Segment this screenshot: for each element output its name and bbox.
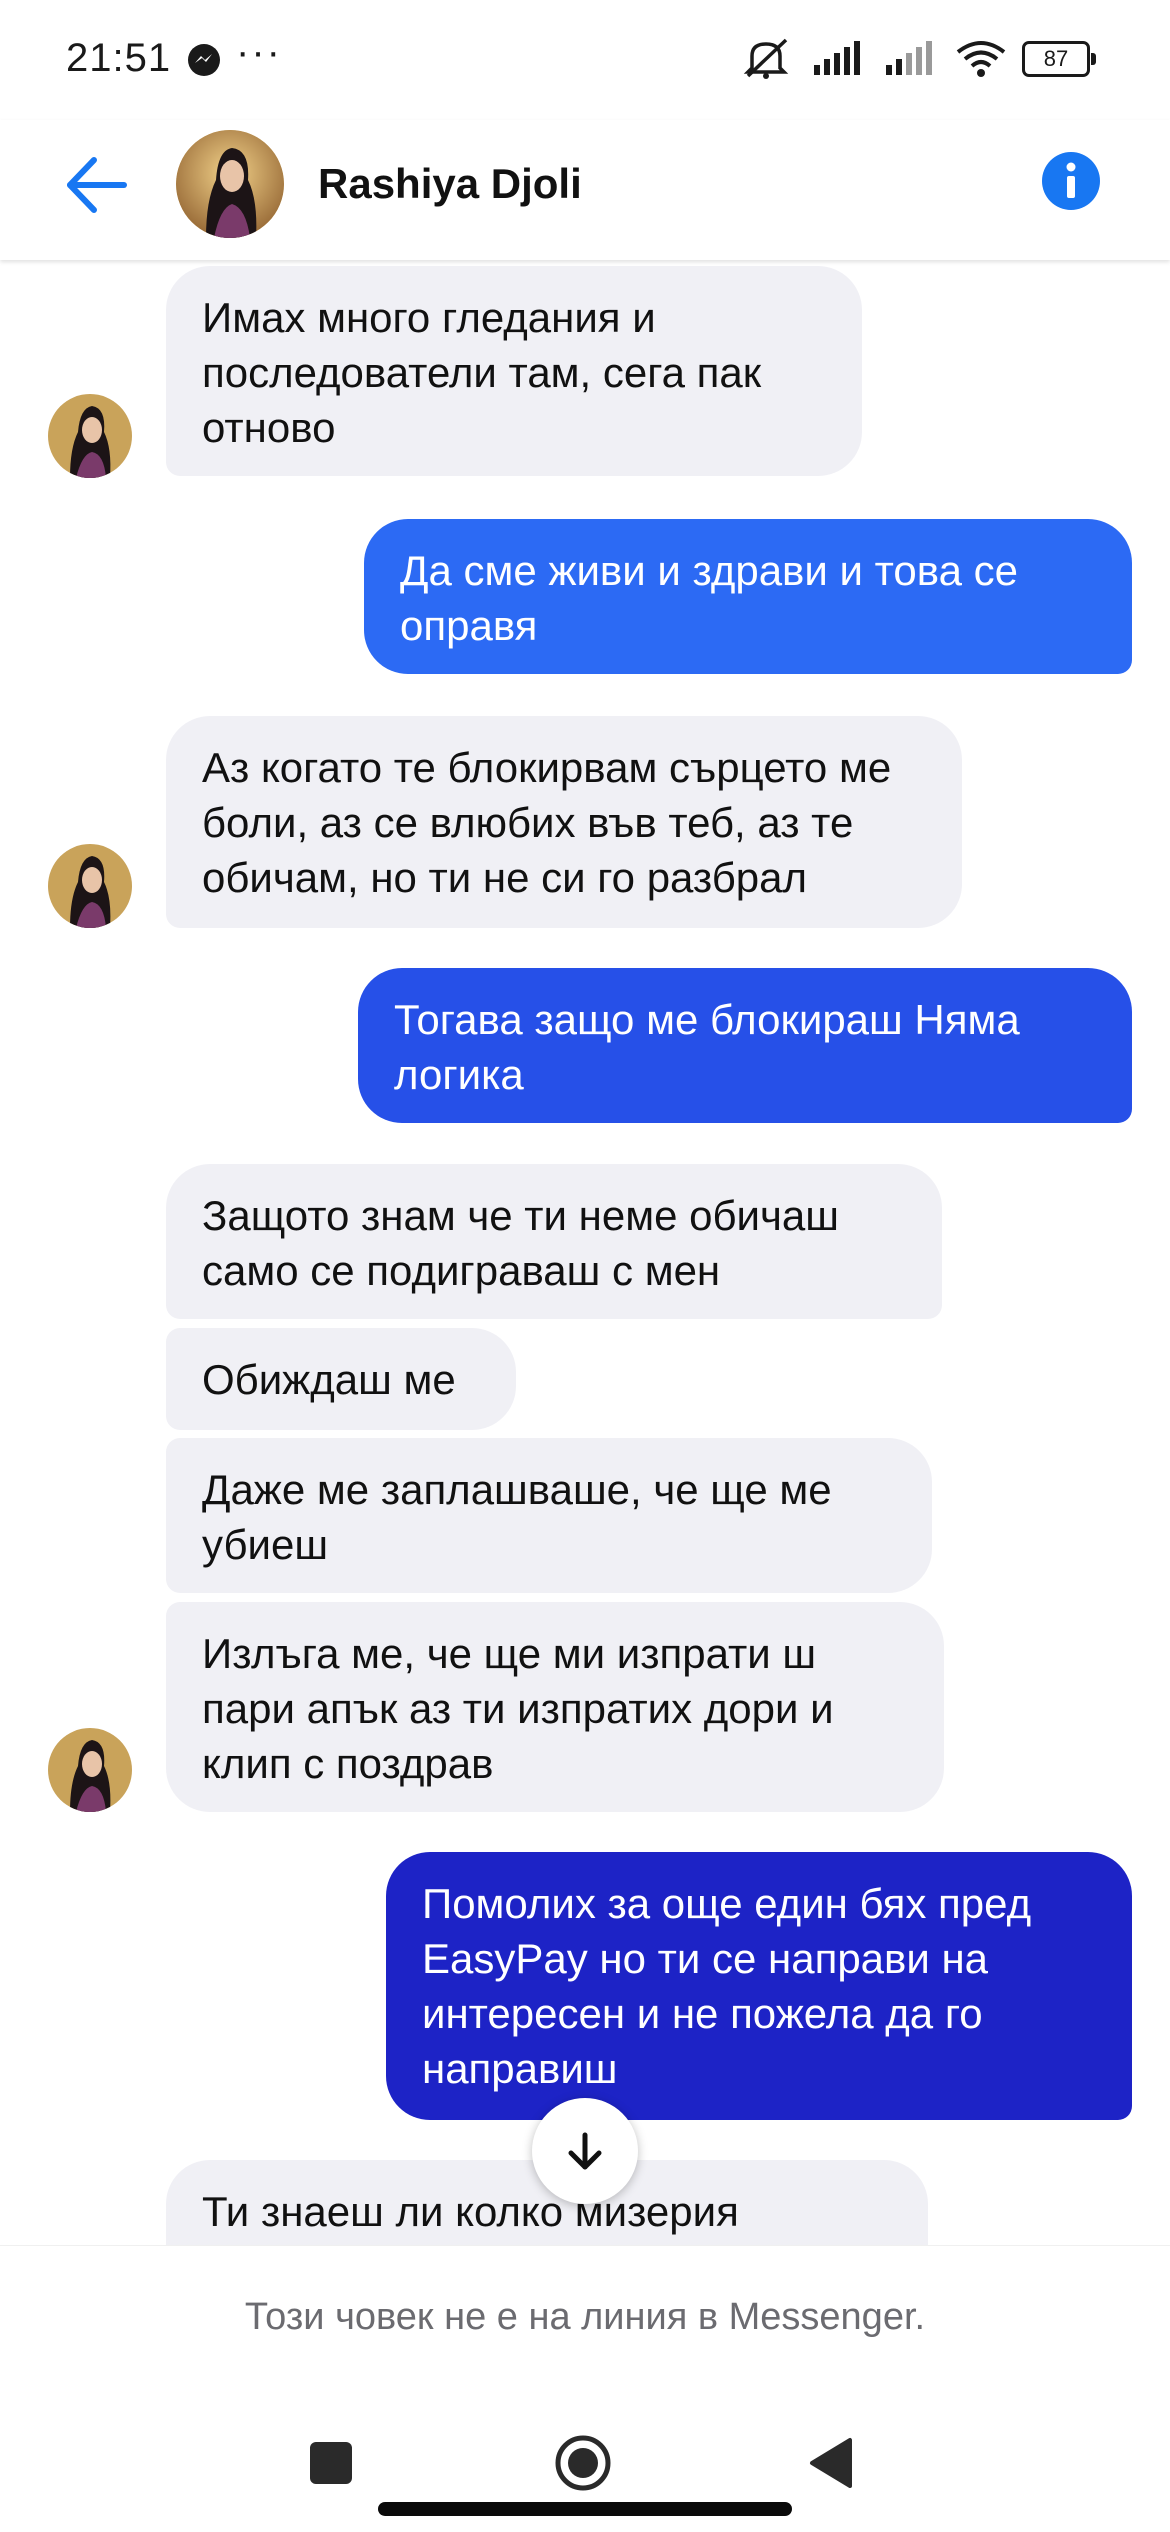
- contact-avatar-small: [48, 394, 132, 478]
- offline-notice-bar: Този човек не е на линия в Messenger.: [0, 2245, 1170, 2406]
- contact-avatar-small: [48, 844, 132, 928]
- signal-icon: [814, 41, 860, 75]
- info-icon[interactable]: [1040, 150, 1102, 212]
- message-bubble-incoming[interactable]: Обиждаш ме: [166, 1328, 516, 1430]
- home-indicator[interactable]: [378, 2502, 792, 2516]
- more-notifications-icon: ···: [236, 30, 282, 74]
- message-bubble-incoming[interactable]: Имах много гледания и последователи там,…: [166, 266, 862, 476]
- message-bubble-incoming[interactable]: Защото знам че ти неме обичаш само се по…: [166, 1164, 942, 1319]
- message-bubble-outgoing[interactable]: Да сме живи и здрави и това се оправя: [364, 519, 1132, 674]
- message-bubble-outgoing[interactable]: Тогава защо ме блокираш Няма логика: [358, 968, 1132, 1123]
- status-time: 21:51: [66, 36, 172, 80]
- contact-avatar-small: [48, 1728, 132, 1812]
- offline-notice: Този човек не е на линия в Messenger.: [244, 2296, 926, 2338]
- scroll-to-bottom-button[interactable]: [532, 2098, 638, 2204]
- messenger-chat-screen: 21:51 ··· 87 Rashiya Djoli Имах много гл…: [0, 0, 1170, 2532]
- system-nav-bar: [0, 2405, 1170, 2532]
- message-bubble-incoming[interactable]: Аз когато те блокирвам сърцето ме боли, …: [166, 716, 962, 928]
- back-arrow-icon[interactable]: [62, 150, 132, 220]
- contact-avatar[interactable]: [176, 130, 284, 238]
- messenger-icon: [188, 44, 220, 76]
- signal-icon: [886, 41, 932, 75]
- status-icons: 87: [742, 38, 1096, 80]
- arrow-down-icon: [568, 2132, 602, 2170]
- recents-button[interactable]: [310, 2442, 352, 2484]
- message-bubble-incoming[interactable]: Излъга ме, че ще ми изпрати ш пари апък …: [166, 1602, 944, 1812]
- chat-header: Rashiya Djoli: [0, 120, 1170, 260]
- battery-icon: 87: [1022, 41, 1096, 77]
- back-button[interactable]: [806, 2436, 856, 2490]
- contact-name[interactable]: Rashiya Djoli: [318, 160, 582, 208]
- message-bubble-incoming[interactable]: Даже ме заплашваше, че ще ме убиеш: [166, 1438, 932, 1593]
- home-button[interactable]: [553, 2433, 613, 2493]
- mute-icon: [743, 38, 789, 79]
- message-list[interactable]: Имах много гледания и последователи там,…: [0, 260, 1170, 2245]
- status-bar: 21:51 ··· 87: [0, 0, 1170, 120]
- wifi-icon: [956, 41, 1006, 77]
- message-bubble-outgoing[interactable]: Помолих за още един бях пред EasyPay но …: [386, 1852, 1132, 2120]
